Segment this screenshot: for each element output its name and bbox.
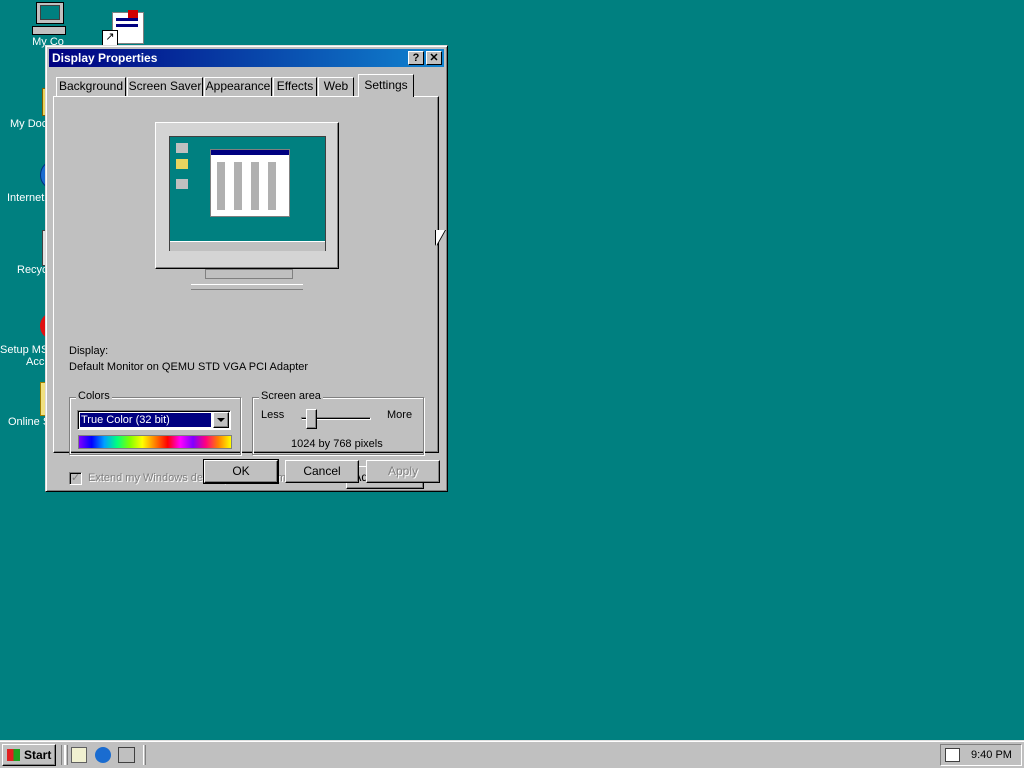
display-settings-tray-icon[interactable] — [945, 748, 960, 762]
tab-settings[interactable]: Settings — [358, 74, 414, 97]
channels-quicklaunch-icon[interactable] — [118, 747, 135, 763]
colors-dropdown[interactable]: True Color (32 bit) — [77, 410, 231, 430]
help-icon: ? — [412, 52, 420, 64]
tab-background[interactable]: Background — [56, 77, 126, 96]
color-spectrum-bar — [78, 435, 232, 449]
screen-area-group: Screen area Less More 1024 by 768 pixels — [252, 390, 424, 455]
extend-desktop-label: Extend my Windows desktop onto this moni… — [88, 472, 314, 484]
display-adapter-value: Default Monitor on QEMU STD VGA PCI Adap… — [69, 361, 309, 373]
start-button-label: Start — [24, 748, 52, 762]
monitor-preview — [155, 122, 339, 290]
window-title: Display Properties — [52, 51, 158, 65]
less-label: Less — [261, 409, 285, 421]
my-computer-icon — [32, 2, 66, 35]
system-tray: 9:40 PM — [940, 744, 1022, 766]
taskbar-clock[interactable]: 9:40 PM — [971, 749, 1012, 761]
desktop-icon-my-computer[interactable]: My Co — [12, 2, 84, 48]
close-icon: ✕ — [429, 52, 439, 64]
close-button[interactable]: ✕ — [426, 51, 442, 65]
dropdown-arrow-button[interactable] — [213, 412, 229, 428]
checkbox-box[interactable]: ✓ — [69, 472, 82, 485]
tab-label: Background — [58, 79, 124, 93]
tab-label: Appearance — [205, 79, 271, 93]
colors-group-label: Colors — [76, 390, 112, 402]
ok-button-label: OK — [232, 464, 250, 478]
desktop-icon-network-setup[interactable]: ↗ — [84, 2, 156, 48]
start-button[interactable]: Start — [2, 744, 56, 766]
tab-label: Web — [323, 79, 349, 93]
tab-label: Effects — [276, 79, 314, 93]
tab-appearance[interactable]: Appearance — [204, 77, 272, 96]
quicklaunch-grip — [65, 745, 68, 765]
cancel-button[interactable]: Cancel — [285, 460, 359, 483]
tab-effects[interactable]: Effects — [273, 77, 317, 96]
display-properties-window: Display Properties ? ✕ Background Screen… — [45, 45, 448, 492]
display-label: Display: — [69, 345, 109, 357]
apply-button-label: Apply — [387, 464, 419, 478]
apply-button: Apply — [366, 460, 440, 483]
tab-screen-saver[interactable]: Screen Saver — [127, 77, 203, 96]
windows-logo-icon — [7, 749, 20, 761]
tab-label: Settings — [364, 78, 408, 92]
tab-web[interactable]: Web — [318, 77, 354, 96]
settings-panel: Display: Default Monitor on QEMU STD VGA… — [53, 96, 439, 489]
taskbar: Start 9:40 PM — [0, 740, 1024, 768]
internet-explorer-quicklaunch-icon[interactable] — [95, 747, 111, 763]
show-desktop-icon[interactable] — [71, 747, 87, 763]
network-setup-icon: ↗ — [96, 2, 144, 46]
tab-label: Screen Saver — [128, 79, 202, 93]
chevron-down-icon — [217, 418, 225, 422]
colors-group: Colors True Color (32 bit) — [69, 390, 241, 455]
screen-area-slider-thumb[interactable] — [305, 409, 317, 429]
monitor-screen — [169, 136, 326, 251]
taskbar-separator — [143, 745, 146, 765]
title-bar[interactable]: Display Properties ? ✕ — [49, 49, 444, 67]
cancel-button-label: Cancel — [303, 464, 341, 478]
ok-button[interactable]: OK — [203, 459, 279, 484]
help-button[interactable]: ? — [408, 51, 424, 65]
screen-area-group-label: Screen area — [259, 390, 323, 402]
resolution-label: 1024 by 768 pixels — [291, 438, 383, 450]
mouse-cursor-icon — [436, 230, 445, 246]
colors-selected-value: True Color (32 bit) — [79, 412, 212, 428]
more-label: More — [387, 409, 413, 421]
checkmark-icon: ✓ — [71, 472, 81, 484]
